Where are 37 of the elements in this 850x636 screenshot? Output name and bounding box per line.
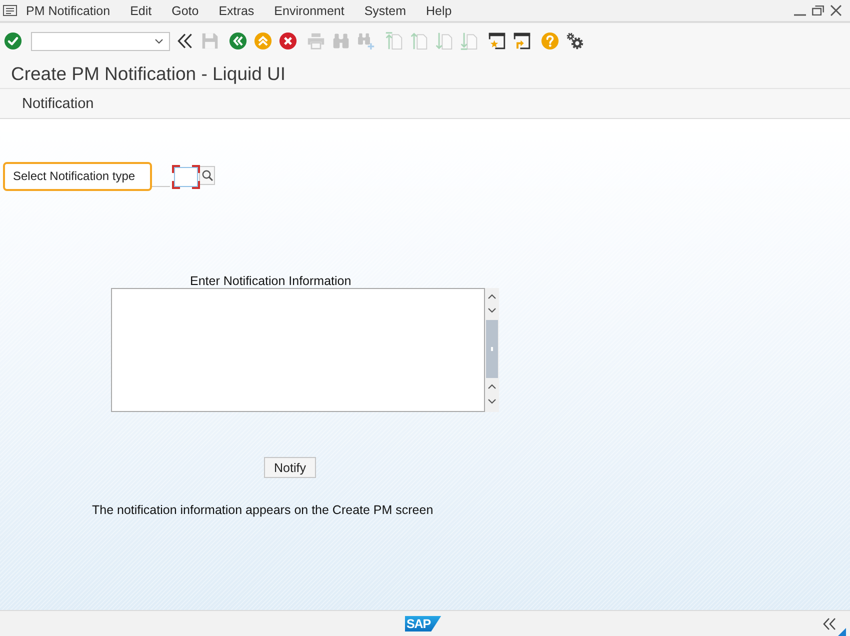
window-arrow-icon[interactable] [513,32,531,50]
settings-icon[interactable] [566,32,584,50]
scroll-down-icon[interactable] [488,308,496,313]
notify-button[interactable]: Notify [264,457,316,478]
scrollbar-thumb[interactable] [486,320,498,378]
double-chevron-icon[interactable] [176,32,194,50]
search-icon [202,170,212,181]
menu-item[interactable]: Extras [208,2,264,20]
menu-icon[interactable] [3,5,17,16]
scroll-up-icon[interactable] [488,294,496,299]
double-chevron-icon[interactable] [823,618,836,630]
close-icon[interactable] [830,5,842,16]
window-star-icon[interactable] [488,32,506,50]
minimize-icon[interactable] [794,14,806,16]
search-help-button[interactable] [199,166,215,185]
menu-item[interactable]: Environment [264,2,354,20]
check-circle-icon[interactable] [4,32,22,50]
menu-item[interactable]: Help [416,2,462,20]
back-icon[interactable] [229,32,247,50]
notification-button[interactable]: Notification [12,92,104,116]
textarea-label: Enter Notification Information [190,275,352,288]
menu-item[interactable]: System [354,2,416,20]
scroll-down-icon[interactable] [488,399,496,404]
info-text: The notification information appears on the Create PM screen [92,503,434,517]
notification-type-field[interactable] [172,165,200,189]
caret-icon[interactable] [155,38,163,44]
restore-icon[interactable] [812,5,824,16]
logo: SAP [404,616,442,632]
field-label: Select Notification type [3,162,152,191]
scroll-up-icon[interactable] [488,384,496,389]
menu-item[interactable]: PM Notification [17,2,120,20]
menu-item[interactable]: Edit [120,2,162,20]
menu-item[interactable]: Goto [162,2,209,20]
page-title: Create PM Notification - Liquid UI [11,62,286,84]
resize-corner-icon[interactable] [838,628,846,636]
command-field[interactable] [31,32,170,50]
cancel-icon[interactable] [279,32,297,50]
